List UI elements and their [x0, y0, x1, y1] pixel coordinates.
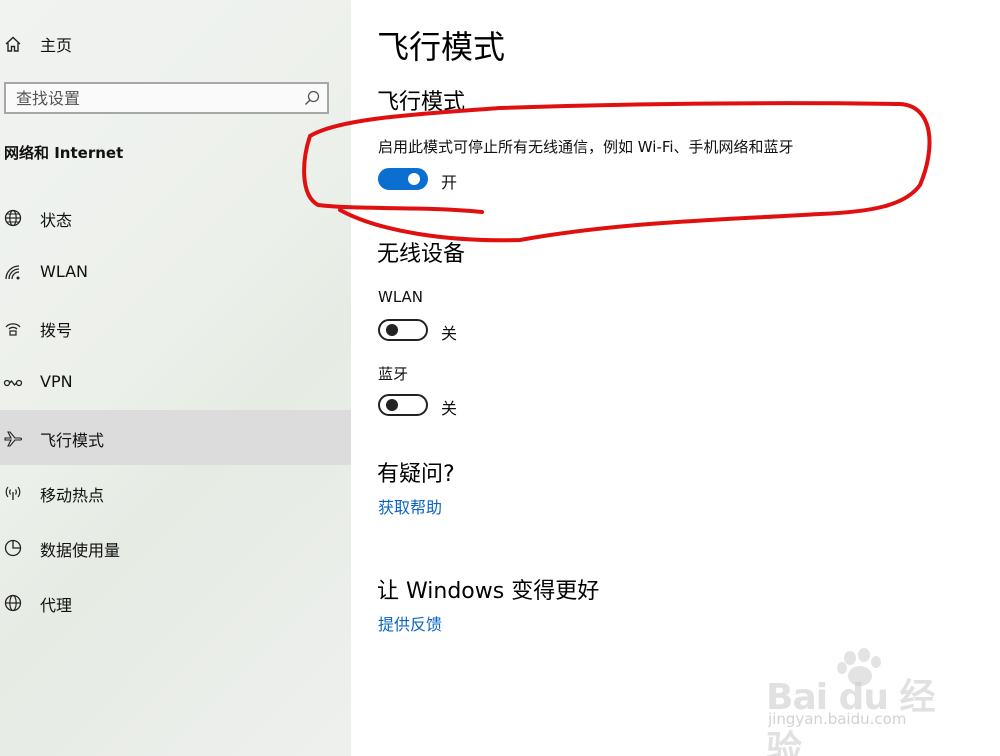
bluetooth-toggle[interactable]	[378, 394, 428, 416]
page-title: 飞行模式	[377, 28, 506, 66]
sidebar-item-vpn[interactable]: VPN	[0, 355, 351, 410]
give-feedback-link[interactable]: 提供反馈	[378, 611, 442, 635]
sidebar-item-data-usage[interactable]: 数据使用量	[0, 520, 351, 575]
watermark-url: jingyan.baidu.com	[768, 710, 907, 728]
toggle-knob	[386, 399, 398, 411]
dialup-icon	[5, 323, 21, 336]
sidebar-item-dialup[interactable]: 拨号	[0, 300, 351, 355]
toggle-knob	[386, 324, 398, 336]
sidebar: 主页 网络和 Internet 状态	[0, 0, 351, 756]
sidebar-item-label: VPN	[40, 372, 73, 391]
sidebar-item-wlan[interactable]: WLAN	[0, 245, 351, 300]
settings-window: 主页 网络和 Internet 状态	[0, 0, 1000, 756]
wlan-toggle[interactable]	[378, 319, 428, 341]
bluetooth-label: 蓝牙	[378, 365, 409, 383]
sidebar-item-label: 状态	[40, 211, 73, 230]
sidebar-item-label: 飞行模式	[40, 431, 105, 450]
bluetooth-state: 关	[441, 399, 458, 418]
data-usage-icon	[4, 539, 22, 557]
sidebar-item-label: WLAN	[40, 262, 89, 281]
proxy-globe-icon	[4, 594, 22, 612]
sidebar-item-label: 代理	[40, 596, 73, 615]
search-icon[interactable]	[303, 89, 321, 107]
feedback-heading: 让 Windows 变得更好	[377, 579, 600, 604]
get-help-link[interactable]: 获取帮助	[378, 494, 442, 518]
sidebar-item-status[interactable]: 状态	[0, 190, 351, 245]
help-heading: 有疑问?	[377, 462, 455, 487]
sidebar-item-label: 数据使用量	[40, 541, 121, 560]
hotspot-icon	[5, 486, 21, 500]
home-label: 主页	[40, 36, 73, 55]
sidebar-item-proxy[interactable]: 代理	[0, 575, 351, 630]
wlan-label: WLAN	[378, 288, 424, 306]
airplane-mode-state: 开	[441, 173, 458, 192]
sidebar-item-label: 拨号	[40, 321, 73, 340]
wlan-state: 关	[441, 324, 458, 343]
airplane-mode-heading: 飞行模式	[377, 90, 466, 115]
main-content: 飞行模式 飞行模式 启用此模式可停止所有无线通信，例如 Wi-Fi、手机网络和蓝…	[351, 0, 1000, 756]
vpn-icon	[3, 379, 23, 387]
airplane-icon	[4, 431, 23, 447]
search-input[interactable]	[6, 84, 296, 112]
baidu-watermark: Bai du 经验 jingyan.baidu.com	[760, 644, 960, 756]
home-nav-item[interactable]: 主页	[0, 26, 351, 62]
wifi-icon	[5, 265, 20, 280]
wireless-devices-heading: 无线设备	[377, 242, 466, 267]
sidebar-item-label: 移动热点	[40, 486, 105, 505]
sidebar-item-airplane-mode[interactable]: 飞行模式	[0, 410, 351, 465]
toggle-knob	[408, 173, 420, 185]
globe-status-icon	[4, 209, 22, 227]
search-box	[4, 82, 329, 114]
airplane-mode-description: 启用此模式可停止所有无线通信，例如 Wi-Fi、手机网络和蓝牙	[378, 138, 794, 156]
sidebar-section-title: 网络和 Internet	[4, 144, 124, 162]
sidebar-item-hotspot[interactable]: 移动热点	[0, 465, 351, 520]
airplane-mode-toggle[interactable]	[378, 168, 428, 190]
home-icon	[5, 36, 21, 52]
